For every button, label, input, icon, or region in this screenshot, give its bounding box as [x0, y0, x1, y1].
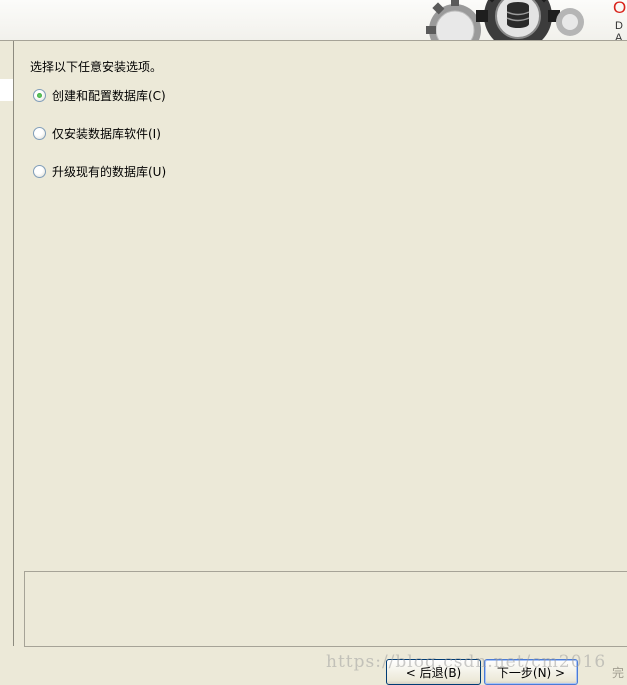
brand-logo-bottom: D A	[615, 20, 626, 41]
option-label: 创建和配置数据库(C)	[52, 88, 166, 103]
back-button[interactable]: < 后退(B)	[386, 659, 481, 685]
option-create-configure-db[interactable]: 创建和配置数据库(C)	[33, 86, 166, 104]
radio-create-configure-db[interactable]	[33, 88, 46, 102]
option-label: 仅安装数据库软件(I)	[52, 126, 161, 141]
message-area	[24, 571, 627, 647]
option-label: 升级现有的数据库(U)	[52, 164, 167, 179]
oracle-brand-logo: O D A	[607, 0, 627, 40]
radio-install-software-only[interactable]	[33, 126, 46, 140]
finish-button-partial[interactable]: 完	[612, 664, 624, 681]
gears-database-icon	[426, 0, 584, 40]
radio-upgrade-existing-db[interactable]	[33, 164, 46, 178]
installer-header-banner: O D A	[0, 0, 627, 41]
steps-sidebar	[0, 41, 14, 646]
option-install-software-only[interactable]: 仅安装数据库软件(I)	[33, 124, 161, 142]
radio-selected-dot	[37, 92, 42, 98]
brand-logo-top: O	[613, 0, 627, 17]
next-button[interactable]: 下一步(N) >	[484, 659, 578, 685]
sidebar-active-step[interactable]	[0, 79, 13, 101]
option-upgrade-existing-db[interactable]: 升级现有的数据库(U)	[33, 162, 166, 180]
install-options-prompt: 选择以下任意安装选项。	[30, 60, 163, 74]
